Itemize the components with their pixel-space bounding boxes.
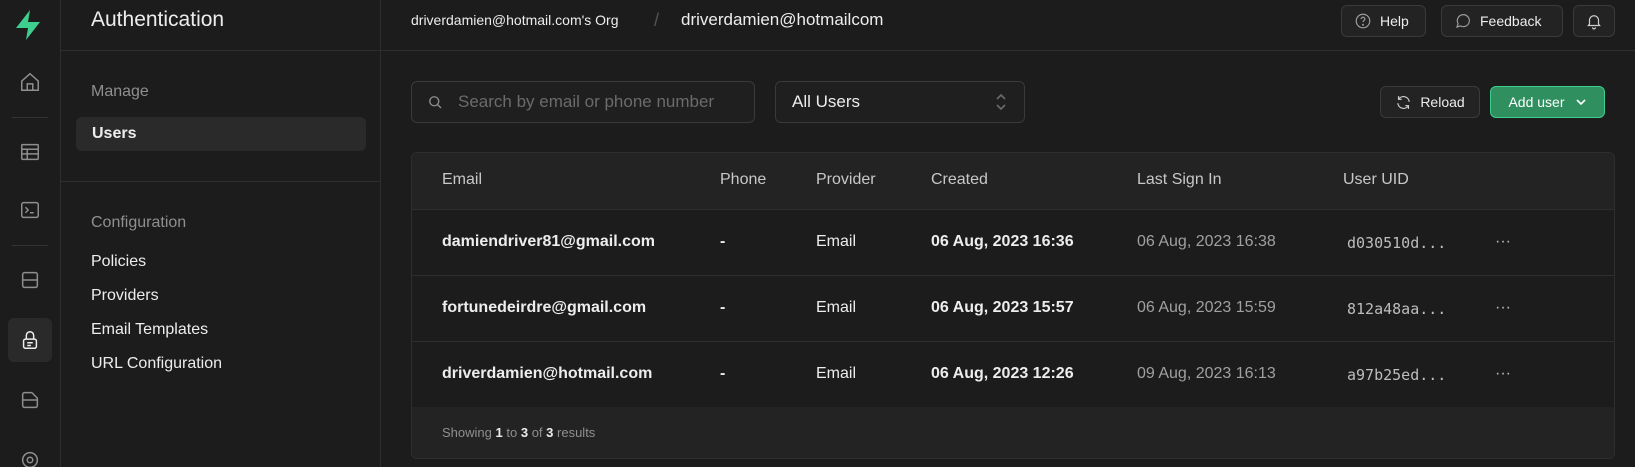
bell-icon bbox=[1587, 15, 1601, 30]
message-circle-icon bbox=[1456, 14, 1470, 28]
sidebar-item-users[interactable]: Users bbox=[76, 117, 366, 151]
user-email: damiendriver81@gmail.com bbox=[442, 233, 656, 250]
help-icon bbox=[1355, 13, 1371, 29]
user-phone: - bbox=[720, 299, 726, 316]
user-last-sign-in: 09 Aug, 2023 16:13 bbox=[1137, 365, 1276, 382]
user-uid: a97b25ed... bbox=[1347, 366, 1447, 384]
results-to: 3 bbox=[520, 425, 529, 440]
results-prefix: Showing bbox=[442, 425, 492, 440]
project-breadcrumb[interactable]: driverdamien@hotmailcom bbox=[681, 10, 883, 30]
reload-label: Reload bbox=[1420, 94, 1465, 110]
top-header: driverdamien@hotmail.com's Org / driverd… bbox=[381, 0, 1635, 51]
authentication-icon[interactable] bbox=[8, 318, 52, 362]
breadcrumb-separator: / bbox=[654, 10, 660, 30]
user-search[interactable] bbox=[411, 81, 755, 123]
table-row[interactable]: fortunedeirdre@gmail.com - Email 06 Aug,… bbox=[412, 276, 1614, 342]
user-uid: 812a48aa... bbox=[1347, 300, 1447, 318]
column-header-provider[interactable]: Provider bbox=[816, 171, 876, 189]
table-header: Email Phone Provider Created Last Sign I… bbox=[412, 153, 1614, 210]
row-actions-button[interactable]: ··· bbox=[1495, 233, 1511, 251]
row-actions-button[interactable]: ··· bbox=[1495, 365, 1511, 383]
feedback-label: Feedback bbox=[1480, 13, 1542, 29]
database-icon[interactable] bbox=[8, 258, 52, 302]
user-phone: - bbox=[720, 233, 726, 250]
configuration-group-label: Configuration bbox=[91, 214, 187, 231]
user-filter-select[interactable]: All Users bbox=[775, 81, 1025, 123]
user-provider: Email bbox=[816, 365, 857, 382]
user-uid: d030510d... bbox=[1347, 234, 1447, 252]
user-email: fortunedeirdre@gmail.com bbox=[442, 299, 647, 316]
table-footer: Showing 1 to 3 of 3 results bbox=[412, 407, 1614, 458]
column-header-phone[interactable]: Phone bbox=[720, 171, 766, 189]
table-row[interactable]: driverdamien@hotmail.com - Email 06 Aug,… bbox=[412, 342, 1614, 408]
table-row[interactable]: damiendriver81@gmail.com - Email 06 Aug,… bbox=[412, 210, 1614, 276]
user-filter-value: All Users bbox=[792, 92, 861, 111]
search-input[interactable] bbox=[458, 92, 748, 112]
column-header-created[interactable]: Created bbox=[931, 171, 988, 189]
results-total: 3 bbox=[546, 425, 554, 440]
help-button[interactable]: Help bbox=[1341, 5, 1426, 37]
rail-divider bbox=[12, 245, 48, 246]
search-icon bbox=[429, 96, 442, 109]
table-editor-icon[interactable] bbox=[8, 130, 52, 174]
refresh-icon bbox=[1397, 95, 1411, 109]
user-created: 06 Aug, 2023 15:57 bbox=[931, 299, 1074, 316]
user-created: 06 Aug, 2023 12:26 bbox=[931, 365, 1074, 382]
results-of-word: of bbox=[531, 425, 543, 440]
column-header-last-sign-in[interactable]: Last Sign In bbox=[1137, 171, 1222, 189]
notifications-button[interactable] bbox=[1573, 5, 1615, 37]
org-breadcrumb[interactable]: driverdamien@hotmail.com's Org bbox=[411, 12, 619, 28]
results-from: 1 bbox=[495, 425, 503, 440]
user-provider: Email bbox=[816, 299, 857, 316]
sidebar-item-providers[interactable]: Providers bbox=[91, 287, 159, 305]
add-user-button[interactable]: Add user bbox=[1490, 86, 1605, 118]
users-table: Email Phone Provider Created Last Sign I… bbox=[411, 152, 1615, 459]
edge-functions-icon[interactable] bbox=[8, 438, 52, 467]
user-last-sign-in: 06 Aug, 2023 15:59 bbox=[1137, 299, 1276, 316]
auth-sidebar: Authentication Manage Users Configuratio… bbox=[61, 0, 381, 467]
feedback-button[interactable]: Feedback bbox=[1441, 5, 1563, 37]
column-header-email[interactable]: Email bbox=[442, 171, 482, 189]
user-phone: - bbox=[720, 365, 726, 382]
rail-divider bbox=[12, 117, 48, 118]
user-email: driverdamien@hotmail.com bbox=[442, 365, 653, 382]
chevron-up-down-icon bbox=[996, 93, 1006, 111]
sidebar-divider bbox=[61, 181, 381, 182]
page-title: Authentication bbox=[91, 8, 225, 31]
manage-group-label: Manage bbox=[91, 83, 149, 100]
reload-button[interactable]: Reload bbox=[1380, 86, 1480, 118]
sidebar-item-email-templates[interactable]: Email Templates bbox=[91, 321, 208, 339]
add-user-label: Add user bbox=[1508, 94, 1565, 110]
user-provider: Email bbox=[816, 233, 857, 250]
supabase-logo-icon[interactable] bbox=[11, 8, 45, 42]
sidebar-header: Authentication bbox=[61, 0, 380, 51]
sql-editor-icon[interactable] bbox=[8, 188, 52, 232]
results-to-word: to bbox=[506, 425, 518, 440]
chevron-down-icon bbox=[1575, 99, 1586, 106]
user-last-sign-in: 06 Aug, 2023 16:38 bbox=[1137, 233, 1276, 250]
storage-icon[interactable] bbox=[8, 378, 52, 422]
icon-rail bbox=[0, 0, 61, 467]
column-header-user-uid[interactable]: User UID bbox=[1343, 171, 1409, 189]
sidebar-item-policies[interactable]: Policies bbox=[91, 253, 146, 271]
help-label: Help bbox=[1380, 13, 1409, 29]
row-actions-button[interactable]: ··· bbox=[1495, 299, 1511, 317]
user-created: 06 Aug, 2023 16:36 bbox=[931, 233, 1074, 250]
home-icon[interactable] bbox=[8, 60, 52, 104]
results-suffix: results bbox=[557, 425, 596, 440]
sidebar-item-url-configuration[interactable]: URL Configuration bbox=[91, 355, 222, 373]
